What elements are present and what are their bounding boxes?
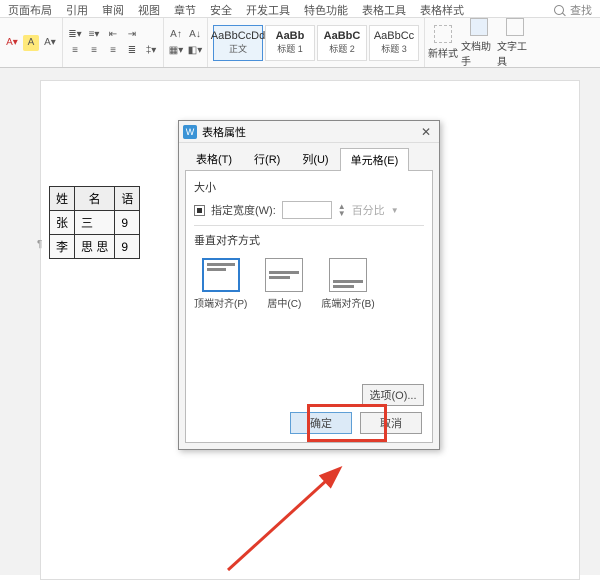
tab-col[interactable]: 列(U) <box>291 147 339 170</box>
ribbon-tabs: 页面布局 引用 审阅 视图 章节 安全 开发工具 特色功能 表格工具 表格样式 … <box>0 0 600 18</box>
style-h1[interactable]: AaBb标题 1 <box>265 25 315 61</box>
dialog-title: 表格属性 <box>202 124 246 140</box>
chevron-down-icon[interactable]: ▼ <box>391 206 399 215</box>
table-header[interactable]: 姓 <box>50 187 75 211</box>
width-checkbox[interactable] <box>194 205 205 216</box>
tab-reference[interactable]: 引用 <box>66 2 88 17</box>
align-left-icon[interactable]: ≡ <box>67 43 83 59</box>
search-box[interactable]: 查找 <box>554 2 592 17</box>
font-color-icon[interactable]: A▾ <box>4 35 20 51</box>
tab-dev[interactable]: 开发工具 <box>246 2 290 17</box>
close-icon[interactable]: ✕ <box>417 125 435 139</box>
align-right-icon[interactable]: ≡ <box>105 43 121 59</box>
tab-table[interactable]: 表格(T) <box>185 147 243 170</box>
table-row: 张 三 9 <box>50 211 140 235</box>
doc-helper-icon <box>470 18 488 36</box>
tab-view[interactable]: 视图 <box>138 2 160 17</box>
doc-helper-button[interactable]: 文档助手 <box>461 18 497 68</box>
app-logo-icon: W <box>183 125 197 139</box>
font-effect-icon[interactable]: A▾ <box>42 35 58 51</box>
new-style-button[interactable]: 新样式 <box>425 25 461 60</box>
options-button[interactable]: 选项(O)... <box>362 384 424 406</box>
valign-label: 垂直对齐方式 <box>194 232 424 248</box>
text-tool-icon <box>506 18 524 36</box>
text-tool-button[interactable]: 文字工具 <box>497 18 533 68</box>
tab-table-tools[interactable]: 表格工具 <box>362 2 406 17</box>
new-style-icon <box>434 25 452 43</box>
align-justify-icon[interactable]: ≣ <box>124 43 140 59</box>
line-spacing-icon[interactable]: ‡▾ <box>143 43 159 59</box>
indent-inc-icon[interactable]: ⇥ <box>124 27 140 43</box>
numbering-icon[interactable]: ≡▾ <box>86 27 102 43</box>
table-header[interactable]: 名 <box>75 187 115 211</box>
tab-feature[interactable]: 特色功能 <box>304 2 348 17</box>
search-icon <box>554 5 564 15</box>
table-row: 姓 名 语 <box>50 187 140 211</box>
tab-security[interactable]: 安全 <box>210 2 232 17</box>
highlight-icon[interactable]: A <box>23 35 39 51</box>
align-center-icon[interactable]: ≡ <box>86 43 102 59</box>
spinner-icon[interactable]: ▲▼ <box>338 203 346 217</box>
tab-layout[interactable]: 页面布局 <box>8 2 52 17</box>
align-top-icon <box>202 258 240 292</box>
ok-button[interactable]: 确定 <box>290 412 352 434</box>
borders-icon[interactable]: ▦▾ <box>168 43 184 59</box>
font-shrink-icon[interactable]: A↓ <box>187 27 203 43</box>
shading-icon[interactable]: ◧▾ <box>187 43 203 59</box>
table-properties-dialog: W 表格属性 ✕ 表格(T) 行(R) 列(U) 单元格(E) 大小 指定宽度(… <box>178 120 440 450</box>
table-row: 李 思 思 9 <box>50 235 140 259</box>
font-grow-icon[interactable]: A↑ <box>168 27 184 43</box>
unit-label: 百分比 <box>352 202 385 218</box>
align-bottom-option[interactable]: 底端对齐(B) <box>321 258 374 310</box>
tab-table-style[interactable]: 表格样式 <box>420 2 464 17</box>
document-table[interactable]: 姓 名 语 张 三 9 李 思 思 9 <box>49 186 140 259</box>
dialog-titlebar[interactable]: W 表格属性 ✕ <box>179 121 439 143</box>
dialog-tabs: 表格(T) 行(R) 列(U) 单元格(E) <box>179 143 439 170</box>
indent-dec-icon[interactable]: ⇤ <box>105 27 121 43</box>
align-bottom-icon <box>329 258 367 292</box>
style-body[interactable]: AaBbCcDd正文 <box>213 25 263 61</box>
cancel-button[interactable]: 取消 <box>360 412 422 434</box>
bullets-icon[interactable]: ≣▾ <box>67 27 83 43</box>
align-middle-icon <box>265 258 303 292</box>
paragraph-mark-icon: ¶ <box>37 239 42 250</box>
width-check-label: 指定宽度(W): <box>211 202 276 218</box>
style-h2[interactable]: AaBbC标题 2 <box>317 25 367 61</box>
style-h3[interactable]: AaBbCc标题 3 <box>369 25 419 61</box>
tab-cell[interactable]: 单元格(E) <box>340 148 410 171</box>
ribbon-toolbar: A▾ A A▾ ≣▾ ≡▾ ⇤ ⇥ ≡ ≡ ≡ ≣ ‡▾ A↑ A↓ ▦▾ ◧▾… <box>0 18 600 68</box>
align-middle-option[interactable]: 居中(C) <box>265 258 303 310</box>
dialog-body: 大小 指定宽度(W): ▲▼ 百分比 ▼ 垂直对齐方式 顶端对齐(P) 居中(C… <box>185 170 433 443</box>
tab-row[interactable]: 行(R) <box>243 147 291 170</box>
size-label: 大小 <box>194 179 424 195</box>
tab-review[interactable]: 审阅 <box>102 2 124 17</box>
table-header[interactable]: 语 <box>115 187 140 211</box>
align-top-option[interactable]: 顶端对齐(P) <box>194 258 247 310</box>
tab-section[interactable]: 章节 <box>174 2 196 17</box>
width-input[interactable] <box>282 201 332 219</box>
